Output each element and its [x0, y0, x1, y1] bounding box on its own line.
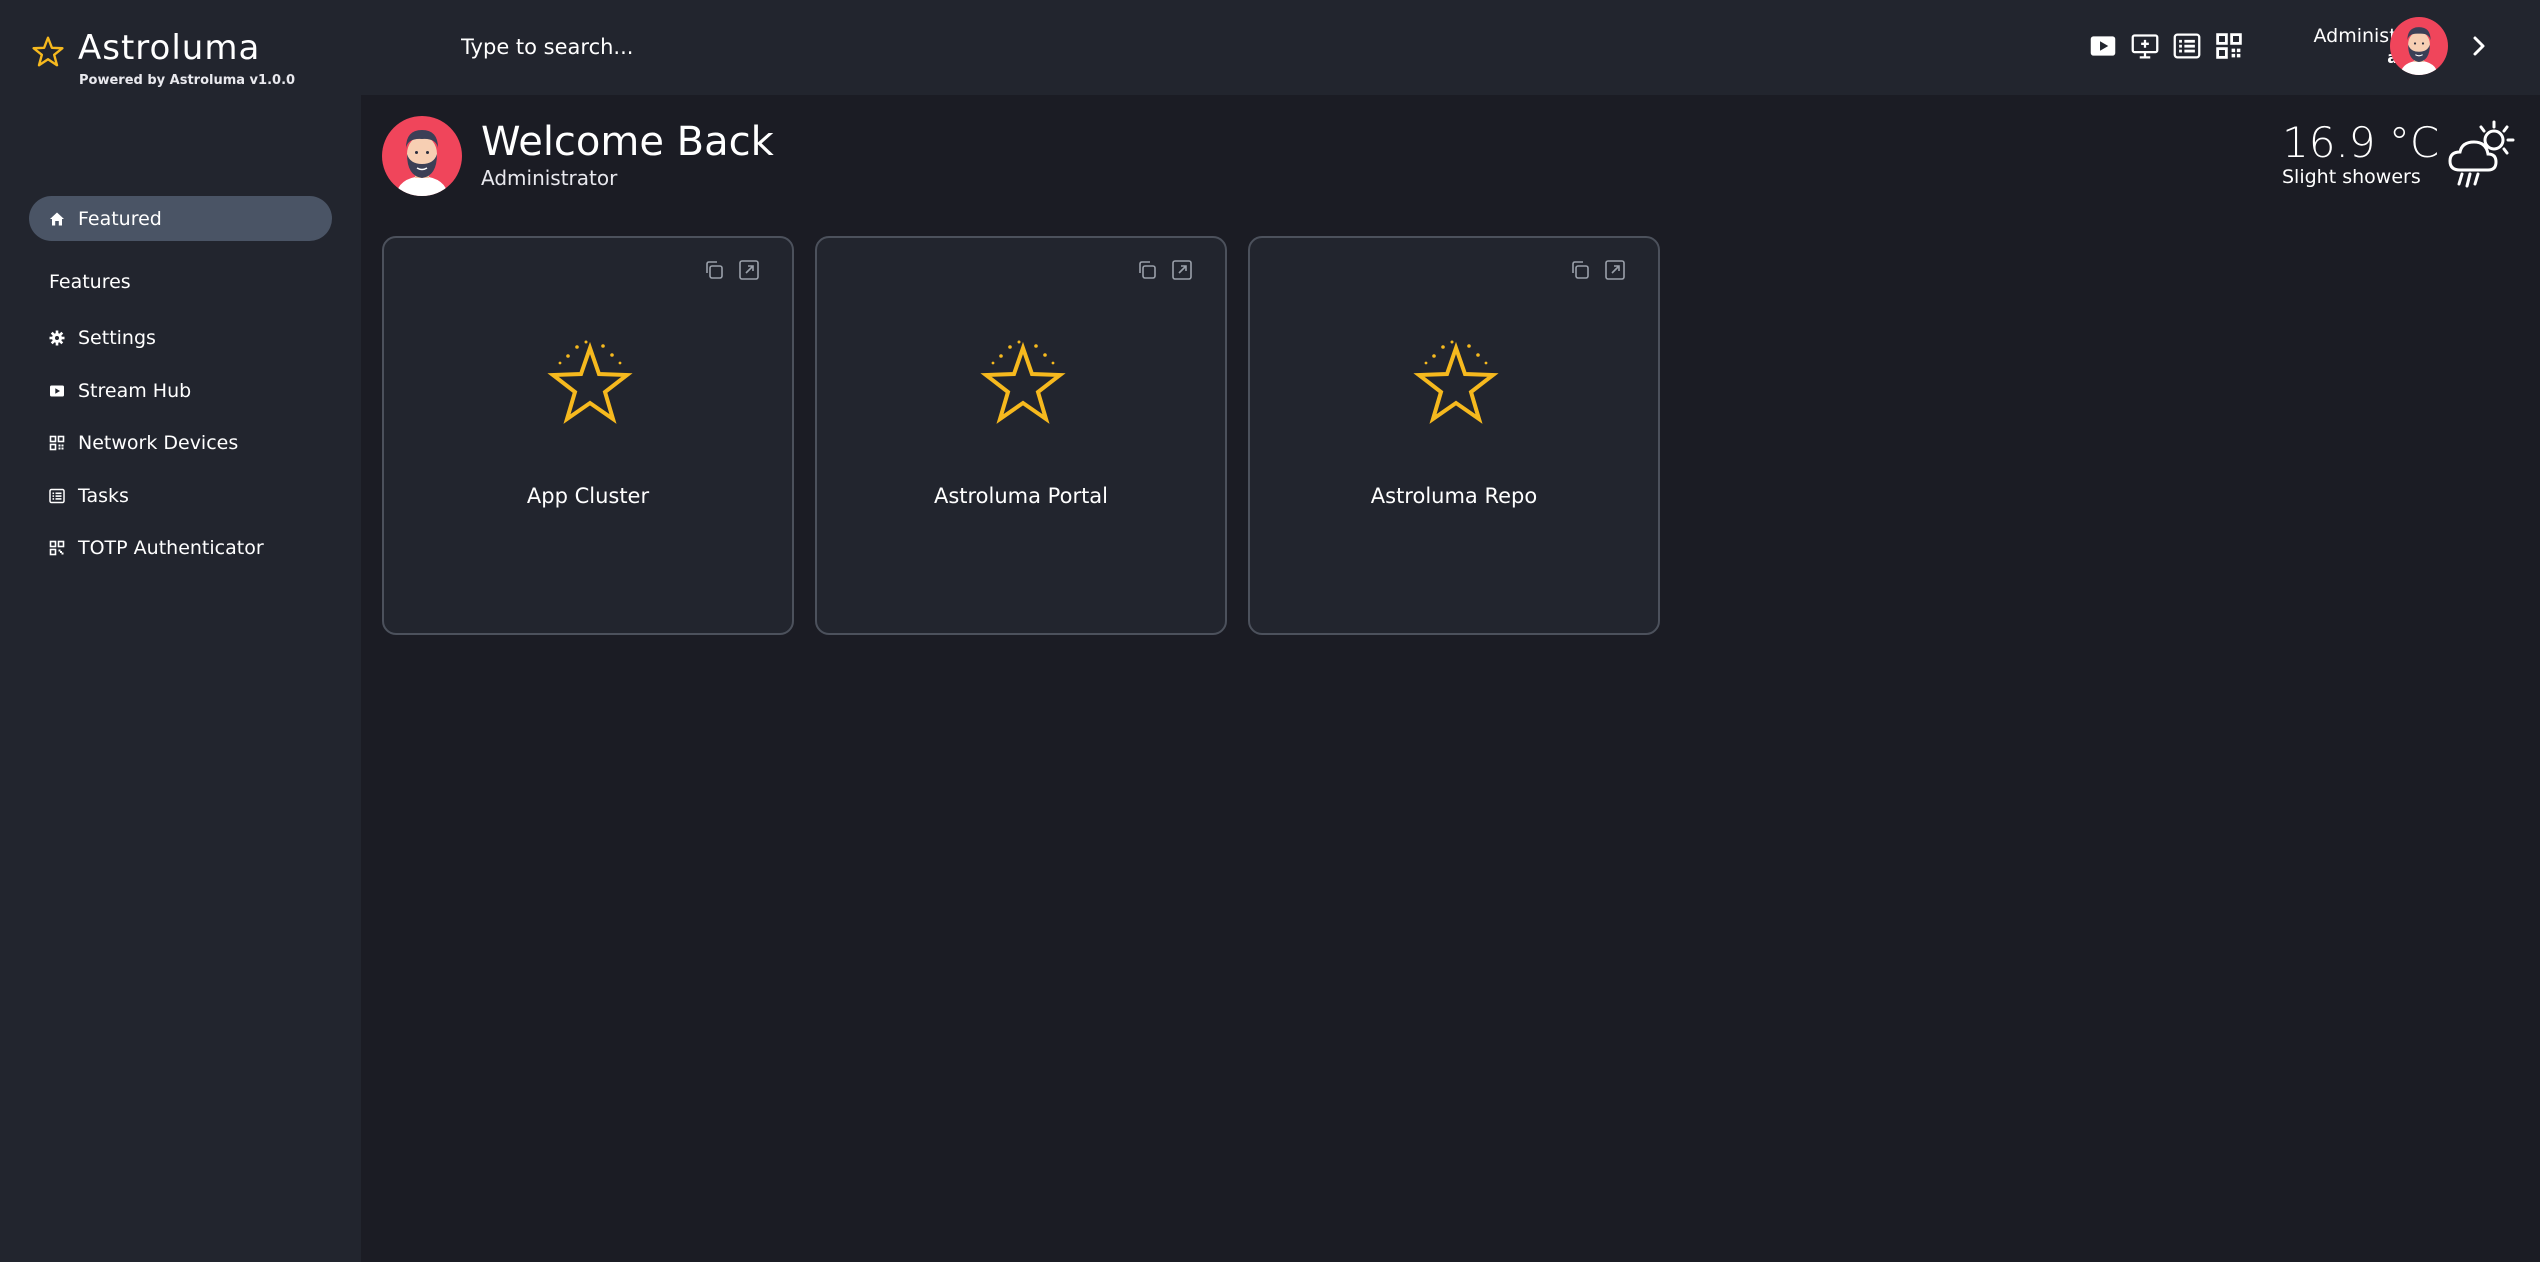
qr-code-icon: [48, 539, 66, 557]
app-card[interactable]: Astroluma Portal: [815, 236, 1227, 635]
sidebar-item-totp-authenticator[interactable]: TOTP Authenticator: [30, 531, 330, 565]
video-play-icon[interactable]: [2087, 30, 2118, 61]
sidebar-item-label: Featured: [78, 207, 162, 230]
app-card[interactable]: Astroluma Repo: [1248, 236, 1660, 635]
card-title: Astroluma Portal: [933, 484, 1109, 508]
list-icon[interactable]: [2171, 30, 2202, 61]
star-icon: [547, 340, 633, 424]
sidebar-item-featured[interactable]: Featured: [29, 196, 332, 241]
weather-temperature: 16.9 °C: [2282, 118, 2440, 167]
home-icon: [48, 210, 66, 228]
gear-icon: [48, 329, 66, 347]
list-icon: [48, 487, 66, 505]
sidebar-item-label: Network Devices: [78, 432, 239, 454]
sidebar-item-label: Settings: [78, 327, 156, 349]
star-icon: [1413, 340, 1499, 424]
copy-icon[interactable]: [1568, 258, 1592, 282]
video-play-icon: [48, 382, 66, 400]
sidebar-item-stream-hub[interactable]: Stream Hub: [30, 374, 330, 408]
monitor-plus-icon[interactable]: [2129, 30, 2160, 61]
sidebar-item-label: TOTP Authenticator: [78, 537, 264, 559]
chevron-right-icon[interactable]: [2468, 33, 2490, 59]
qr-code-icon[interactable]: [2213, 30, 2244, 61]
sidebar-section-title: Features: [49, 271, 131, 293]
star-icon: [980, 340, 1066, 424]
cloud-rain-sun-icon: [2448, 120, 2515, 188]
page-title: Welcome Back: [481, 119, 774, 165]
open-external-icon[interactable]: [1170, 258, 1194, 282]
star-logo-icon: [32, 36, 64, 67]
copy-icon[interactable]: [1135, 258, 1159, 282]
avatar[interactable]: [2390, 17, 2448, 75]
open-external-icon[interactable]: [737, 258, 761, 282]
open-external-icon[interactable]: [1603, 258, 1627, 282]
sidebar-item-label: Stream Hub: [78, 380, 192, 402]
sidebar-item-settings[interactable]: Settings: [30, 321, 330, 355]
grid-icon: [48, 434, 66, 452]
top-bar: Administrator admin: [361, 0, 2540, 95]
brand-name: Astroluma: [78, 28, 261, 68]
sidebar-item-tasks[interactable]: Tasks: [30, 479, 330, 513]
sidebar: Astroluma Powered by Astroluma v1.0.0 Fe…: [0, 0, 361, 1262]
card-title: App Cluster: [526, 484, 650, 508]
page-subtitle: Administrator: [481, 166, 618, 190]
sidebar-item-label: Tasks: [78, 485, 129, 507]
top-quick-actions: [2087, 30, 2244, 61]
copy-icon[interactable]: [702, 258, 726, 282]
app-card[interactable]: App Cluster: [382, 236, 794, 635]
card-title: Astroluma Repo: [1370, 484, 1538, 508]
weather-description: Slight showers: [2282, 166, 2421, 188]
search-input[interactable]: [461, 30, 1361, 64]
avatar: [382, 116, 462, 196]
brand-powered-by: Powered by Astroluma v1.0.0: [79, 73, 296, 88]
sidebar-item-network-devices[interactable]: Network Devices: [30, 426, 330, 460]
